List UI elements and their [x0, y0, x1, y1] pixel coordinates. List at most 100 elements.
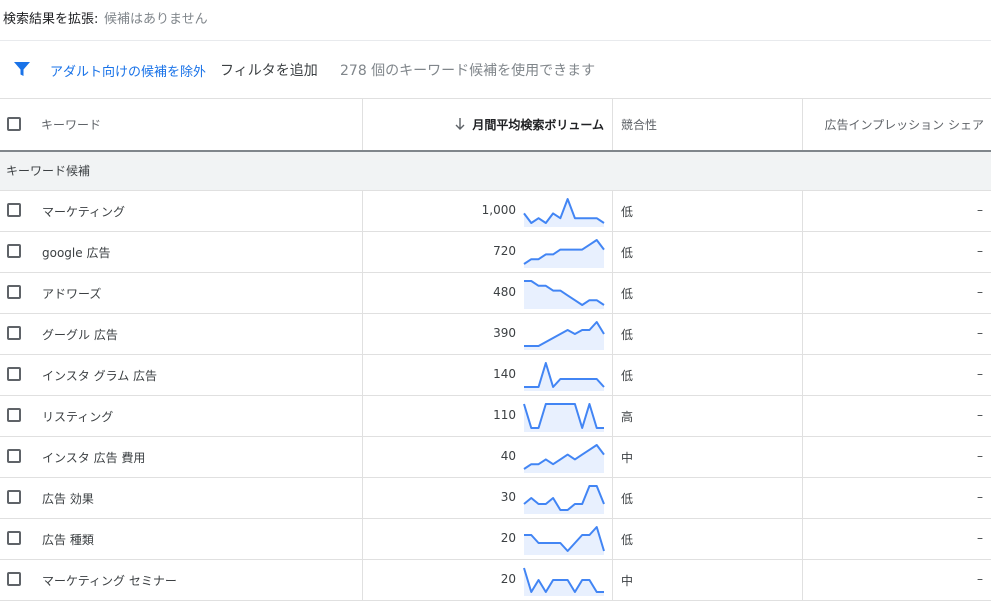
trend-sparkline[interactable]: [523, 361, 605, 391]
competition-cell: 中: [621, 451, 634, 465]
keyword-cell: リスティング: [42, 410, 114, 424]
impression-share-cell: –: [977, 367, 983, 381]
keyword-cell: 広告 種類: [42, 533, 94, 547]
keyword-cell: マーケティング: [42, 205, 126, 219]
column-header-impression-share[interactable]: 広告インプレッション シェア: [825, 116, 984, 133]
column-divider: [802, 99, 803, 150]
trend-sparkline[interactable]: [523, 197, 605, 227]
trend-sparkline[interactable]: [523, 238, 605, 268]
volume-cell: 480: [493, 285, 516, 299]
table-row[interactable]: アドワーズ 480 低 –: [0, 273, 991, 314]
table-row[interactable]: リスティング 110 高 –: [0, 396, 991, 437]
keyword-table-body: マーケティング 1,000 低 – google 広告 720 低 – アドワーズ 480 低 – グー…: [0, 191, 991, 601]
trend-sparkline[interactable]: [523, 443, 605, 473]
expand-results-bar: 検索結果を拡張: 候補はありません: [0, 0, 991, 41]
row-checkbox[interactable]: [7, 285, 21, 299]
table-header: キーワード 月間平均検索ボリューム 競合性 広告インプレッション シェア: [0, 99, 991, 152]
column-divider: [612, 191, 613, 231]
column-divider: [362, 273, 363, 313]
column-divider: [612, 355, 613, 395]
filter-icon[interactable]: [12, 59, 32, 79]
volume-cell: 720: [493, 244, 516, 258]
row-checkbox[interactable]: [7, 326, 21, 340]
select-all-checkbox[interactable]: [7, 117, 21, 131]
column-divider: [612, 99, 613, 150]
trend-sparkline[interactable]: [523, 525, 605, 555]
table-row[interactable]: インスタ 広告 費用 40 中 –: [0, 437, 991, 478]
trend-sparkline[interactable]: [523, 279, 605, 309]
keyword-cell: google 広告: [42, 246, 111, 260]
competition-cell: 低: [621, 328, 634, 342]
table-row[interactable]: google 広告 720 低 –: [0, 232, 991, 273]
filter-bar: アダルト向けの候補を除外 フィルタを追加 278 個のキーワード候補を使用できま…: [0, 41, 991, 99]
column-divider: [802, 355, 803, 395]
table-row[interactable]: インスタ グラム 広告 140 低 –: [0, 355, 991, 396]
competition-cell: 低: [621, 246, 634, 260]
add-filter-button[interactable]: フィルタを追加: [220, 60, 318, 80]
column-divider: [802, 314, 803, 354]
keyword-cell: アドワーズ: [42, 287, 102, 301]
table-row[interactable]: 広告 効果 30 低 –: [0, 478, 991, 519]
trend-sparkline[interactable]: [523, 402, 605, 432]
column-header-competition[interactable]: 競合性: [621, 116, 657, 133]
competition-cell: 高: [621, 410, 634, 424]
row-checkbox[interactable]: [7, 531, 21, 545]
volume-cell: 30: [500, 490, 516, 504]
volume-cell: 20: [500, 531, 516, 545]
column-divider: [802, 478, 803, 518]
row-checkbox[interactable]: [7, 408, 21, 422]
expand-results-value[interactable]: 候補はありません: [104, 8, 208, 27]
table-row[interactable]: グーグル 広告 390 低 –: [0, 314, 991, 355]
row-checkbox[interactable]: [7, 490, 21, 504]
keyword-group-label: キーワード候補: [6, 164, 91, 178]
column-divider: [612, 560, 613, 600]
column-divider: [802, 396, 803, 436]
available-keywords-count: 278 個のキーワード候補を使用できます: [340, 63, 596, 79]
adult-filter-chip[interactable]: アダルト向けの候補を除外: [50, 61, 206, 80]
column-divider: [612, 314, 613, 354]
column-divider: [612, 478, 613, 518]
column-divider: [362, 478, 363, 518]
row-checkbox[interactable]: [7, 367, 21, 381]
keyword-cell: インスタ グラム 広告: [42, 369, 158, 383]
column-divider: [612, 437, 613, 477]
row-checkbox[interactable]: [7, 449, 21, 463]
column-header-volume[interactable]: 月間平均検索ボリューム: [472, 116, 604, 133]
impression-share-cell: –: [977, 449, 983, 463]
column-divider: [612, 273, 613, 313]
volume-cell: 40: [500, 449, 516, 463]
row-checkbox[interactable]: [7, 244, 21, 258]
column-divider: [802, 437, 803, 477]
row-checkbox[interactable]: [7, 572, 21, 586]
row-checkbox[interactable]: [7, 203, 21, 217]
column-header-keyword[interactable]: キーワード: [41, 116, 101, 133]
column-divider: [612, 396, 613, 436]
competition-cell: 低: [621, 287, 634, 301]
column-divider: [362, 519, 363, 559]
impression-share-cell: –: [977, 203, 983, 217]
impression-share-cell: –: [977, 490, 983, 504]
column-divider: [362, 437, 363, 477]
keyword-cell: マーケティング セミナー: [42, 574, 177, 588]
competition-cell: 低: [621, 369, 634, 383]
volume-cell: 1,000: [481, 203, 516, 217]
trend-sparkline[interactable]: [523, 566, 605, 596]
keyword-cell: 広告 効果: [42, 492, 94, 506]
column-divider: [362, 99, 363, 150]
column-divider: [362, 232, 363, 272]
column-divider: [362, 355, 363, 395]
table-row[interactable]: マーケティング セミナー 20 中 –: [0, 560, 991, 601]
trend-sparkline[interactable]: [523, 484, 605, 514]
impression-share-cell: –: [977, 326, 983, 340]
column-divider: [612, 519, 613, 559]
impression-share-cell: –: [977, 285, 983, 299]
column-divider: [802, 273, 803, 313]
trend-sparkline[interactable]: [523, 320, 605, 350]
competition-cell: 中: [621, 574, 634, 588]
competition-cell: 低: [621, 205, 634, 219]
column-divider: [802, 560, 803, 600]
table-row[interactable]: 広告 種類 20 低 –: [0, 519, 991, 560]
column-divider: [612, 232, 613, 272]
table-row[interactable]: マーケティング 1,000 低 –: [0, 191, 991, 232]
column-divider: [802, 232, 803, 272]
